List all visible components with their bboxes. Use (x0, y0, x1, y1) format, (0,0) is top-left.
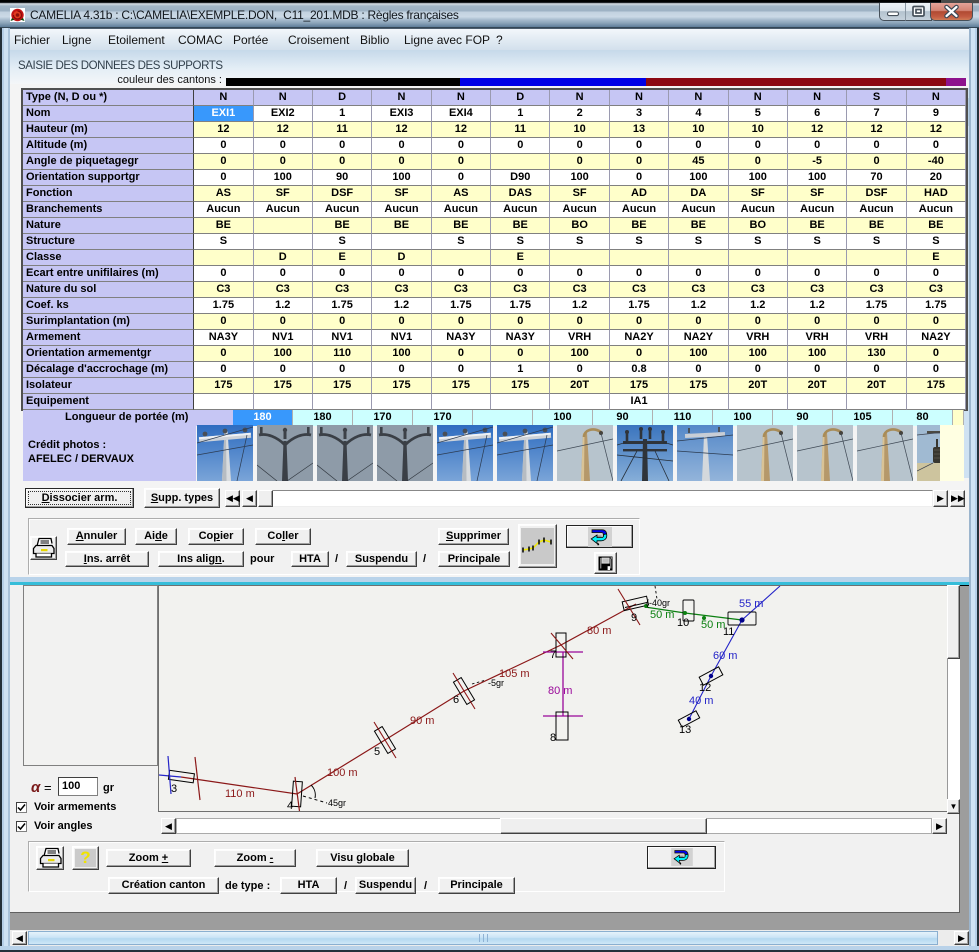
svg-text:50 m: 50 m (650, 609, 674, 621)
svg-text:8: 8 (550, 732, 556, 744)
svg-text:110 m: 110 m (225, 788, 255, 800)
svg-text:4: 4 (287, 800, 293, 812)
svg-text:80 m: 80 m (587, 625, 611, 637)
svg-text:12: 12 (699, 682, 711, 694)
svg-text:(-40gr: (-40gr (646, 598, 670, 608)
svg-text:13: 13 (679, 724, 691, 736)
svg-text:3: 3 (171, 783, 177, 795)
svg-text:5: 5 (374, 746, 380, 758)
svg-text:90 m: 90 m (410, 715, 434, 727)
svg-text:40 m: 40 m (689, 695, 713, 707)
svg-text:55 m: 55 m (739, 598, 763, 610)
svg-text:80 m: 80 m (548, 685, 572, 697)
svg-text:-5gr: -5gr (488, 678, 504, 688)
svg-text:7: 7 (550, 649, 556, 661)
svg-text:100 m: 100 m (327, 767, 358, 779)
svg-text:60 m: 60 m (713, 650, 737, 662)
svg-text:11: 11 (723, 626, 734, 638)
svg-text:10: 10 (677, 617, 689, 629)
svg-text:9: 9 (631, 612, 637, 624)
svg-text:45gr: 45gr (328, 798, 346, 808)
svg-text:50 m: 50 m (701, 619, 725, 631)
svg-text:6: 6 (453, 694, 459, 706)
